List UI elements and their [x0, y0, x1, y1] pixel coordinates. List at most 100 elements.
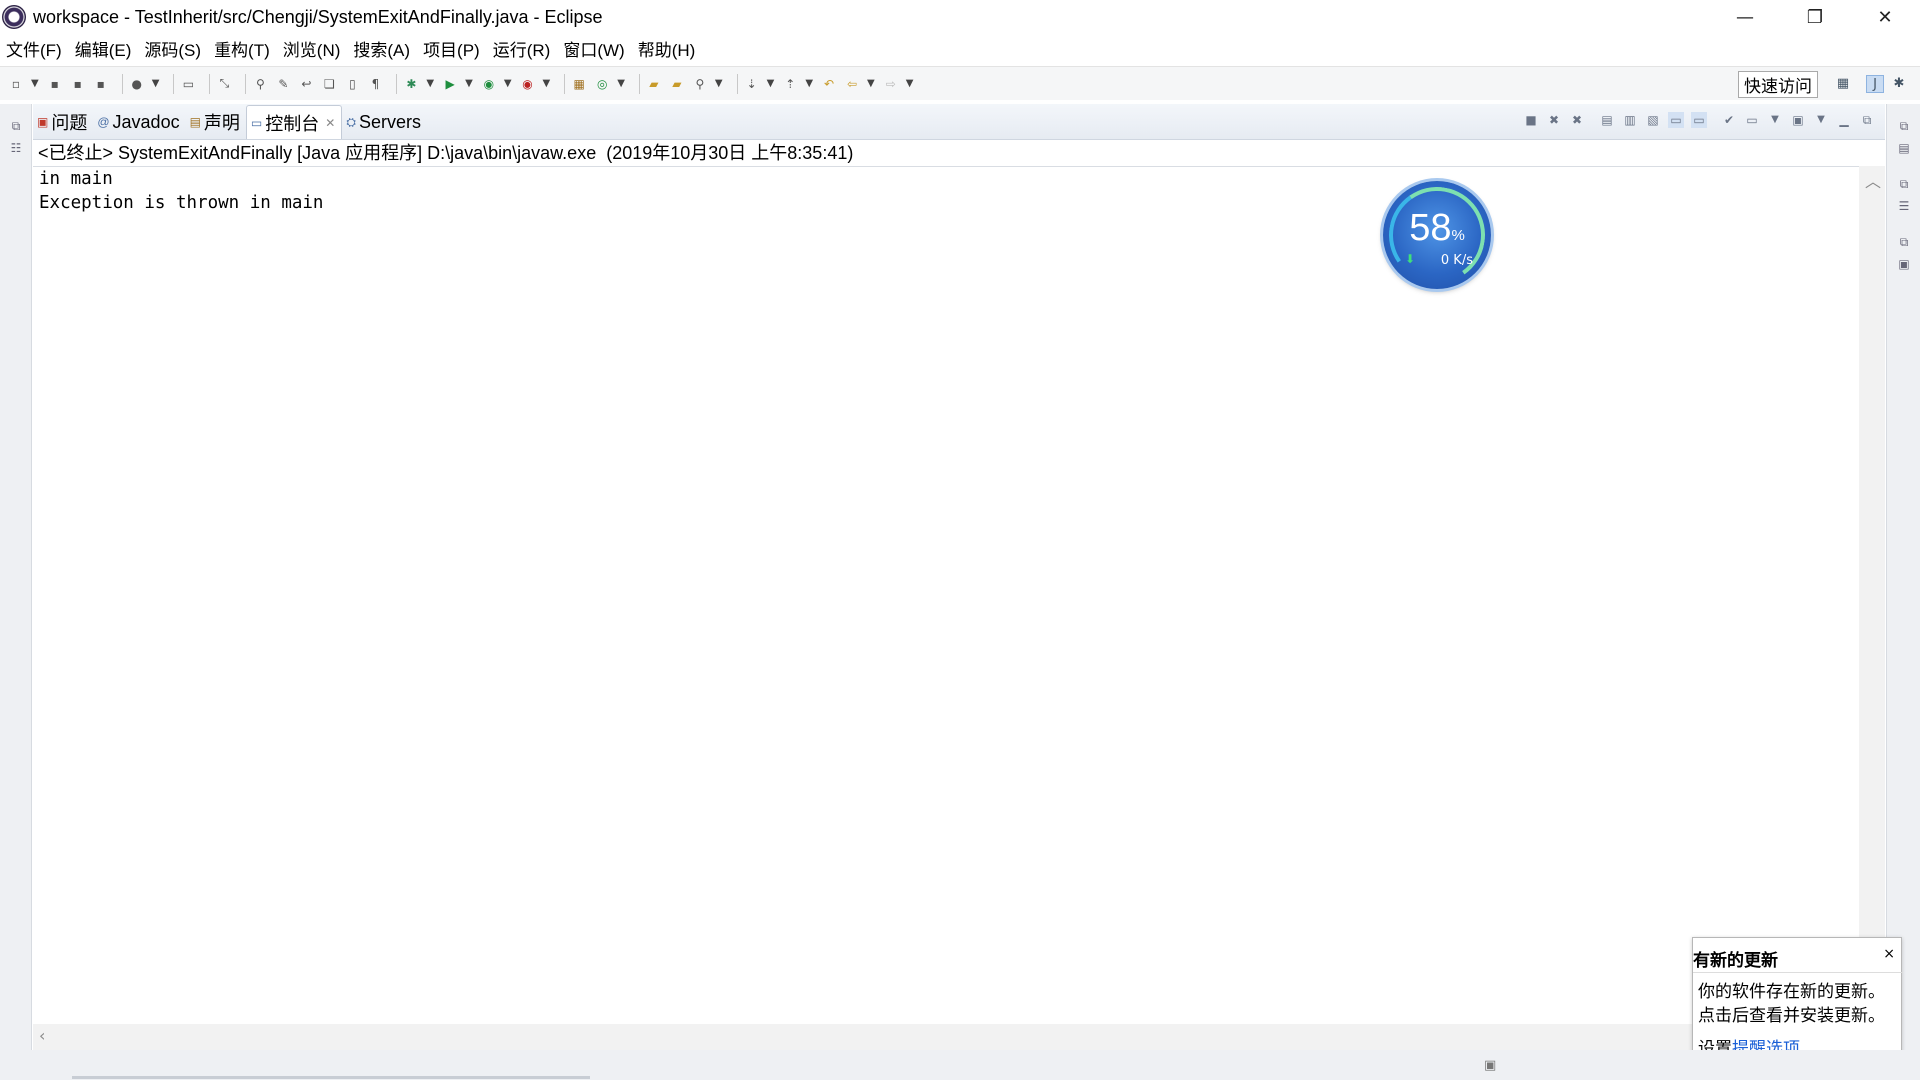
show-on-stdout-icon[interactable]: ▭ [1668, 112, 1684, 128]
coverage-icon[interactable]: ◉ [481, 76, 497, 92]
console-output[interactable]: in main Exception is thrown in main [33, 166, 1885, 1026]
previous-annotation-icon[interactable]: ⇡ [782, 76, 798, 92]
close-icon[interactable]: × [1883, 946, 1895, 962]
menu-navigate[interactable]: 浏览(N) [283, 36, 341, 61]
menu-search[interactable]: 搜索(A) [353, 36, 410, 61]
horizontal-scrollbar[interactable]: ‹ [33, 1024, 1859, 1050]
last-edit-icon[interactable]: ↶ [821, 76, 837, 92]
menu-file[interactable]: 文件(F) [6, 36, 62, 61]
link-icon[interactable]: ↩ [298, 76, 314, 92]
skip-breakpoints-icon[interactable]: ⤡ [216, 76, 232, 92]
toolbar-separator [121, 73, 123, 94]
tab-label: 控制台 [265, 113, 320, 134]
paragraph-icon[interactable]: ¶ [367, 76, 383, 92]
open-console-dropdown-icon[interactable]: ▼ [1813, 112, 1829, 128]
update-notification[interactable]: 有新的更新 × 你的软件存在新的更新。点击后查看并安装更新。 设置提醒选项 [1692, 937, 1903, 1063]
clear-console-icon[interactable]: ▧ [1645, 112, 1661, 128]
network-speed-widget[interactable]: 58% ⬇ 0 K/s [1381, 179, 1493, 291]
coverage-dropdown-icon[interactable]: ▼ [504, 78, 512, 89]
quick-access-input[interactable]: 快速访问 [1738, 71, 1818, 98]
new-dropdown-icon[interactable]: ▼ [31, 78, 39, 89]
menu-refactor[interactable]: 重构(T) [214, 36, 270, 61]
open-task-icon[interactable]: ▰ [669, 76, 685, 92]
debug-icon[interactable]: ✱ [403, 76, 419, 92]
pin-console-icon[interactable]: ✔ [1721, 112, 1737, 128]
package-explorer-icon[interactable]: ☷ [8, 140, 24, 156]
next-annotation-dropdown-icon[interactable]: ▼ [767, 78, 775, 89]
display-console-dropdown-icon[interactable]: ▼ [1767, 112, 1783, 128]
background-tasks-icon[interactable]: ▣ [1484, 1058, 1496, 1073]
minimize-view-icon[interactable]: ▁ [1836, 112, 1852, 128]
show-on-stderr-icon[interactable]: ▭ [1691, 112, 1707, 128]
next-annotation-icon[interactable]: ⇣ [744, 76, 760, 92]
remove-all-icon[interactable]: ✖ [1569, 112, 1585, 128]
menu-window[interactable]: 窗口(W) [563, 36, 624, 61]
open-folder-icon[interactable]: ▰ [646, 76, 662, 92]
restore-icon[interactable]: ⧉ [1896, 176, 1912, 192]
menu-source[interactable]: 源码(S) [144, 36, 201, 61]
window-title: workspace - TestInherit/src/Chengji/Syst… [33, 6, 603, 27]
restore-icon[interactable]: ⧉ [1896, 118, 1912, 134]
task-list-icon[interactable]: ▤ [1896, 140, 1912, 156]
back-icon[interactable]: ⇦ [844, 76, 860, 92]
new-class-icon[interactable]: ◎ [594, 76, 610, 92]
tab-console[interactable]: ▭ 控制台 ✕ [245, 105, 343, 139]
debug-perspective-icon[interactable]: ✱ [1890, 75, 1908, 93]
display-console-icon[interactable]: ▭ [1744, 112, 1760, 128]
menu-help[interactable]: 帮助(H) [638, 36, 696, 61]
external-tools-icon[interactable]: ◉ [520, 76, 536, 92]
restore-icon[interactable]: ⧉ [8, 118, 24, 134]
open-type-dropdown-icon[interactable]: ▼ [152, 78, 160, 89]
pin-icon[interactable]: ⚲ [252, 76, 268, 92]
new-class-dropdown-icon[interactable]: ▼ [617, 78, 625, 89]
remove-launch-icon[interactable]: ✖ [1546, 112, 1562, 128]
save-all-icon[interactable]: ▪ [70, 76, 86, 92]
save-icon[interactable]: ▪ [47, 76, 63, 92]
open-type-icon[interactable]: ● [129, 76, 145, 92]
outline-icon[interactable]: ☰ [1896, 198, 1912, 214]
terminal-icon[interactable]: ▭ [180, 76, 196, 92]
new-package-icon[interactable]: ▦ [571, 76, 587, 92]
search-dropdown-icon[interactable]: ▼ [715, 78, 723, 89]
tab-problems[interactable]: ▣ 问题 [33, 105, 93, 139]
scroll-left-icon[interactable]: ‹ [39, 1026, 45, 1045]
toolbar-separator [396, 73, 398, 94]
java-perspective-icon[interactable]: J [1866, 75, 1884, 93]
forward-icon[interactable]: ⇨ [883, 76, 899, 92]
minimize-button[interactable]: — [1710, 0, 1780, 34]
previous-annotation-dropdown-icon[interactable]: ▼ [805, 78, 813, 89]
vertical-scrollbar[interactable]: ︿ [1859, 166, 1885, 1004]
menu-edit[interactable]: 编辑(E) [75, 36, 132, 61]
print-icon[interactable]: ▪ [93, 76, 109, 92]
tab-declaration[interactable]: ▤ 声明 [186, 105, 246, 139]
restore-button[interactable]: ❐ [1780, 0, 1850, 34]
terminate-icon[interactable]: ■ [1523, 112, 1539, 128]
word-wrap-icon[interactable]: ▥ [1622, 112, 1638, 128]
run-dropdown-icon[interactable]: ▼ [465, 78, 473, 89]
close-tab-icon[interactable]: ✕ [325, 116, 335, 130]
search-icon[interactable]: ⚲ [692, 76, 708, 92]
menu-run[interactable]: 运行(R) [493, 36, 551, 61]
edit-icon[interactable]: ✎ [275, 76, 291, 92]
back-dropdown-icon[interactable]: ▼ [867, 78, 875, 89]
run-icon[interactable]: ▶ [442, 76, 458, 92]
copy-icon[interactable]: ❏ [321, 76, 337, 92]
open-console-icon[interactable]: ▣ [1790, 112, 1806, 128]
open-perspective-icon[interactable]: ▦ [1834, 75, 1852, 93]
tab-javadoc[interactable]: @ Javadoc [93, 105, 185, 139]
view-icon[interactable]: ▣ [1896, 256, 1912, 272]
scroll-lock-icon[interactable]: ▤ [1599, 112, 1615, 128]
notification-message[interactable]: 你的软件存在新的更新。点击后查看并安装更新。 [1698, 980, 1898, 1028]
external-tools-dropdown-icon[interactable]: ▼ [543, 78, 551, 89]
forward-dropdown-icon[interactable]: ▼ [906, 78, 914, 89]
maximize-view-icon[interactable]: ⧉ [1859, 112, 1875, 128]
new-icon[interactable]: ▫ [8, 76, 24, 92]
block-icon[interactable]: ▯ [344, 76, 360, 92]
debug-dropdown-icon[interactable]: ▼ [426, 78, 434, 89]
restore-icon[interactable]: ⧉ [1896, 234, 1912, 250]
tab-servers[interactable]: ⛭ Servers [342, 105, 427, 139]
scroll-up-icon[interactable]: ︿ [1865, 168, 1881, 192]
menu-project[interactable]: 项目(P) [423, 36, 480, 61]
status-progress-line [72, 1076, 590, 1079]
close-button[interactable]: ✕ [1850, 0, 1920, 34]
